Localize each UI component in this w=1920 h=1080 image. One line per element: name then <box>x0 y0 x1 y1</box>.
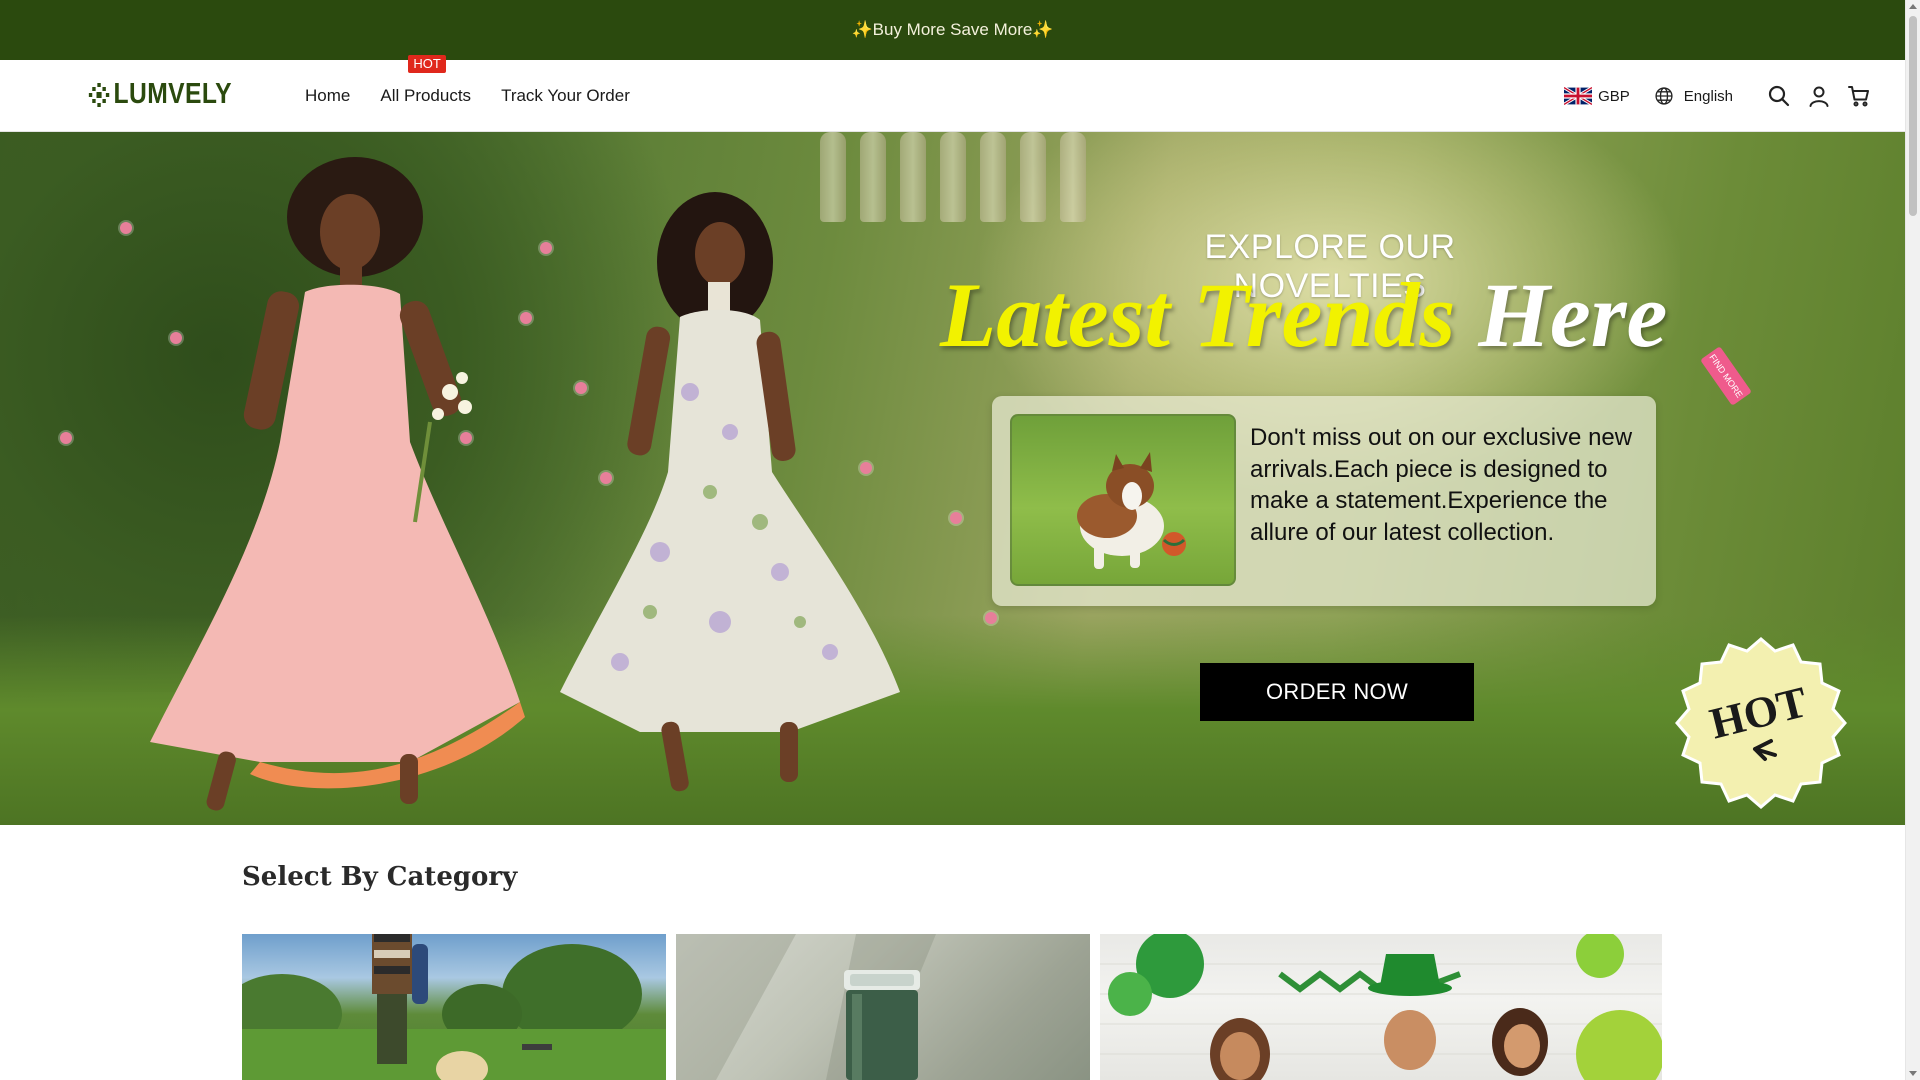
announcement-bar: ✨Buy More Save More✨ <box>0 0 1905 60</box>
site-logo[interactable]: LUMVELY <box>88 78 232 111</box>
announcement-text: ✨Buy More Save More✨ <box>851 20 1054 39</box>
order-now-button[interactable]: ORDER NOW <box>1200 663 1474 721</box>
language-selector[interactable]: English <box>1654 86 1733 106</box>
category-section-title: Select By Category <box>242 862 518 892</box>
hot-seal-badge[interactable]: HOT <box>1672 634 1850 812</box>
currency-selector[interactable]: GBP <box>1564 87 1630 105</box>
site-header: LUMVELY Home HOT All Products Track Your… <box>0 55 1905 132</box>
model-pink-dress <box>150 157 525 811</box>
search-icon[interactable] <box>1767 84 1791 108</box>
category-card-outdoor[interactable] <box>242 934 666 1080</box>
category-card-party[interactable] <box>1100 934 1662 1080</box>
nav-all-products-label: All Products <box>380 86 472 105</box>
globe-icon <box>1655 87 1673 105</box>
rose-decoration <box>950 512 962 524</box>
hero-banner[interactable]: EXPLORE OUR NOVELTIES Latest Trends Here… <box>0 132 1905 825</box>
find-more-tag: FIND MORE <box>1700 346 1752 406</box>
category-image <box>242 934 666 1080</box>
cart-icon[interactable] <box>1847 84 1871 108</box>
hero-title-rest: Here <box>1478 264 1668 366</box>
language-label: English <box>1683 87 1733 105</box>
category-card-beauty[interactable] <box>676 934 1090 1080</box>
rose-decoration <box>985 612 997 624</box>
uk-flag-icon <box>1564 87 1593 105</box>
nav-track-order[interactable]: Track Your Order <box>501 86 630 106</box>
page-scrollbar[interactable] <box>1905 0 1920 1080</box>
scroll-up-arrow-icon[interactable] <box>1909 4 1917 9</box>
category-image <box>1100 934 1662 1080</box>
currency-label: GBP <box>1598 87 1630 105</box>
nav-home[interactable]: Home <box>305 86 350 106</box>
rose-decoration <box>60 432 72 444</box>
nav-track-order-label: Track Your Order <box>501 86 630 105</box>
category-image <box>676 934 936 1080</box>
hero-title-highlight: Latest Trends <box>940 264 1456 366</box>
logo-mark-icon <box>88 82 110 107</box>
logo-text: LUMVELY <box>113 78 232 110</box>
hot-badge: HOT <box>408 55 446 73</box>
scroll-thumb[interactable] <box>1909 16 1917 216</box>
nav-all-products[interactable]: HOT All Products <box>380 55 472 106</box>
model-floral-dress <box>560 192 900 792</box>
nav-home-label: Home <box>305 86 351 105</box>
hero-title: Latest Trends Here <box>940 262 1740 368</box>
header-actions: GBP English <box>1564 60 1871 132</box>
hero-info-card: Don't miss out on our exclusive new arri… <box>992 396 1656 606</box>
dog-photo <box>1010 414 1236 586</box>
account-icon[interactable] <box>1807 84 1831 108</box>
scroll-down-arrow-icon[interactable] <box>1909 1071 1917 1076</box>
hero-description: Don't miss out on our exclusive new arri… <box>1250 424 1633 546</box>
main-nav: Home HOT All Products Track Your Order <box>305 55 630 132</box>
